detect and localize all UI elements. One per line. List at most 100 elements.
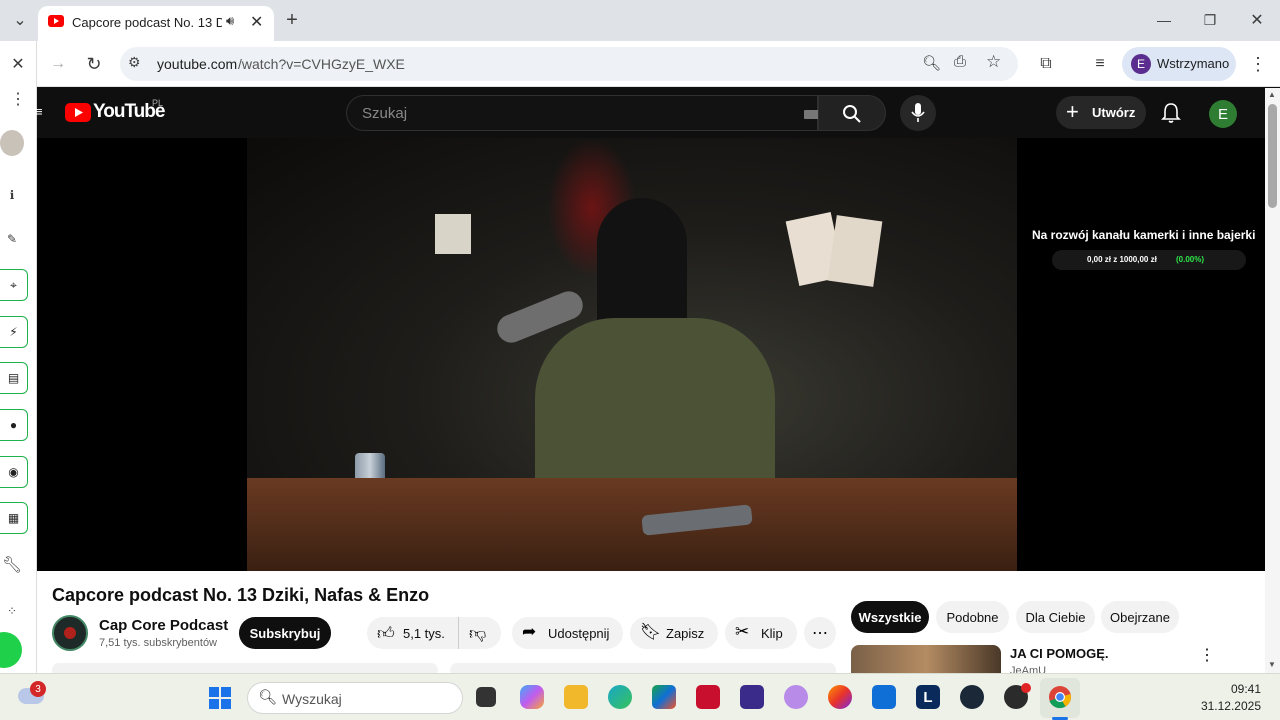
l-app-icon[interactable]: L bbox=[916, 685, 940, 709]
windows-start-icon[interactable] bbox=[208, 686, 232, 710]
nodes-icon[interactable]: ⁘ bbox=[0, 599, 24, 623]
tab-close-icon[interactable]: ✕ bbox=[250, 12, 263, 32]
extensions-puzzle-icon[interactable]: ⧉ bbox=[1034, 52, 1058, 76]
recommended-title[interactable]: JA CI POMOGĘ. bbox=[1010, 646, 1108, 661]
url-host: youtube.com bbox=[157, 56, 238, 72]
profile-status-label: Wstrzymano bbox=[1157, 56, 1230, 71]
goal-amount: 0,00 zł z 1000,00 zł bbox=[1087, 255, 1157, 264]
notifications-bell-icon[interactable] bbox=[1161, 102, 1181, 124]
notes-icon[interactable]: ▤ bbox=[0, 362, 28, 394]
video-title: Capcore podcast No. 13 Dziki, Nafas & En… bbox=[52, 585, 430, 605]
steam-icon[interactable] bbox=[960, 685, 984, 709]
microsoft-store-icon[interactable] bbox=[652, 685, 676, 709]
region-code: PL bbox=[152, 98, 164, 108]
channel-name[interactable]: Cap Core Podcast bbox=[99, 617, 228, 634]
create-label: Utwórz bbox=[1092, 105, 1136, 120]
window-minimize-icon[interactable]: — bbox=[1152, 8, 1176, 32]
like-button[interactable]: 👍︎ 5,1 tys. bbox=[367, 617, 459, 649]
mcafee-icon[interactable] bbox=[696, 685, 720, 709]
clock-date[interactable]: 31.12.2025 bbox=[1190, 699, 1261, 713]
copilot-icon[interactable] bbox=[520, 685, 544, 709]
chip-related[interactable]: Podobne bbox=[936, 601, 1009, 633]
channel-avatar[interactable] bbox=[52, 615, 88, 651]
window-close-icon[interactable]: ✕ bbox=[1245, 8, 1269, 32]
recommended-thumbnail[interactable] bbox=[851, 645, 1001, 673]
clip-button[interactable]: ✂ Klip bbox=[725, 617, 797, 649]
file-explorer-icon[interactable] bbox=[564, 685, 588, 709]
voice-search-button[interactable] bbox=[900, 95, 936, 131]
clock-time[interactable]: 09:41 bbox=[1196, 682, 1261, 696]
side-panel-menu-icon[interactable]: ⋮ bbox=[6, 87, 30, 111]
info-icon[interactable]: ℹ bbox=[0, 183, 24, 207]
chat-icon[interactable]: ● bbox=[0, 409, 28, 441]
media-queue-icon[interactable]: ≡ bbox=[1088, 52, 1112, 76]
reload-icon[interactable]: ↻ bbox=[82, 52, 106, 76]
like-dislike-group: 👍︎ 5,1 tys. 👎︎ bbox=[367, 617, 501, 649]
assistant-green-button[interactable] bbox=[0, 632, 22, 668]
url-path: /watch?v=CVHGzyE_WXE bbox=[238, 56, 405, 72]
tab-search-chevron-icon[interactable]: ⌄ bbox=[8, 8, 32, 32]
browser-tab-bar: ⌄ Capcore podcast No. 13 Dzi 🔊︎ ✕ + — ❐ … bbox=[0, 0, 1280, 41]
taskbar-search-input[interactable]: 🔍︎ Wyszukaj bbox=[247, 682, 463, 714]
search-input[interactable]: Szukaj bbox=[346, 95, 820, 131]
scroll-down-icon[interactable]: ▼ bbox=[1268, 660, 1276, 669]
chip-all[interactable]: Wszystkie bbox=[851, 601, 929, 633]
video-player[interactable]: Na rozwój kanału kamerki i inne bajerki … bbox=[37, 138, 1265, 571]
lightning-icon[interactable]: ⚡︎ bbox=[0, 316, 28, 348]
browser-menu-icon[interactable]: ⋮ bbox=[1246, 52, 1270, 76]
watch-metadata: Capcore podcast No. 13 Dziki, Nafas & En… bbox=[37, 571, 1265, 677]
tab-title: Capcore podcast No. 13 Dzi bbox=[72, 15, 222, 30]
firefox-icon[interactable] bbox=[828, 685, 852, 709]
browser-tab[interactable]: Capcore podcast No. 13 Dzi 🔊︎ ✕ bbox=[38, 6, 274, 41]
share-button[interactable]: ➦ Udostępnij bbox=[512, 617, 623, 649]
scrollbar-thumb[interactable] bbox=[1268, 104, 1277, 208]
site-info-icon[interactable]: ⚙︎ bbox=[128, 54, 141, 71]
taskbar-search-placeholder: Wyszukaj bbox=[282, 691, 342, 707]
tab-audio-icon[interactable]: 🔊︎ bbox=[226, 13, 234, 29]
like-count: 5,1 tys. bbox=[403, 626, 445, 641]
chip-watched[interactable]: Obejrzane bbox=[1101, 601, 1179, 633]
task-view-icon[interactable] bbox=[476, 687, 496, 707]
video-frame[interactable] bbox=[247, 138, 1017, 571]
profile-avatar: E bbox=[1131, 54, 1151, 74]
proton-vpn-icon[interactable] bbox=[740, 685, 764, 709]
profile-chip[interactable]: E Wstrzymano bbox=[1122, 47, 1236, 81]
wrench-icon[interactable]: 🔧︎ bbox=[0, 553, 24, 577]
more-actions-icon[interactable]: ⋯ bbox=[804, 617, 836, 649]
share-label: Udostępnij bbox=[548, 626, 610, 641]
recommended-channel[interactable]: JeAmU bbox=[1010, 665, 1046, 673]
search-button[interactable] bbox=[818, 95, 886, 131]
youtube-header: ≡ YouTube PL Szukaj + Utwórz E bbox=[35, 88, 1265, 138]
goal-title: Na rozwój kanału kamerki i inne bajerki bbox=[1032, 228, 1256, 242]
account-avatar[interactable]: E bbox=[1209, 100, 1237, 128]
address-bar[interactable]: ⚙︎ youtube.com /watch?v=CVHGzyE_WXE 🔍︎ ⎙… bbox=[120, 47, 1018, 81]
recommended-more-icon[interactable]: ⋮ bbox=[1199, 645, 1215, 665]
bookmark-star-icon[interactable]: ☆ bbox=[986, 52, 1001, 72]
broadcast-icon[interactable]: ◉ bbox=[0, 456, 28, 488]
side-panel-close-icon[interactable]: ✕ bbox=[6, 52, 30, 76]
chrome-icon[interactable] bbox=[1048, 685, 1072, 709]
page-scrollbar[interactable]: ▲ ▼ bbox=[1265, 88, 1280, 673]
side-avatar[interactable] bbox=[0, 130, 24, 156]
wall-note bbox=[435, 214, 471, 254]
layout-icon[interactable]: ▦ bbox=[0, 502, 28, 534]
window-restore-icon[interactable]: ❐ bbox=[1198, 8, 1222, 32]
save-button[interactable]: 🔖︎ Zapisz bbox=[630, 617, 718, 649]
zoom-icon[interactable]: 🔍︎ bbox=[922, 54, 941, 72]
chip-for-you[interactable]: Dla Ciebie bbox=[1016, 601, 1095, 633]
forward-arrow-icon[interactable]: → bbox=[46, 52, 70, 76]
thumbs-down-icon[interactable]: 👎︎ bbox=[469, 623, 486, 644]
react-app-icon[interactable] bbox=[784, 685, 808, 709]
screenshot-icon[interactable]: ⌖ bbox=[0, 269, 28, 301]
scroll-up-icon[interactable]: ▲ bbox=[1268, 90, 1276, 99]
youtube-logo[interactable]: YouTube PL bbox=[65, 98, 185, 126]
outlook-icon[interactable] bbox=[872, 685, 896, 709]
create-button[interactable]: + Utwórz bbox=[1056, 96, 1146, 129]
guide-menu-icon[interactable]: ≡ bbox=[35, 104, 43, 119]
edit-pen-icon[interactable]: ✎ bbox=[0, 227, 24, 251]
subscriber-count: 7,51 tys. subskrybentów bbox=[99, 637, 218, 649]
edge-browser-icon[interactable] bbox=[608, 685, 632, 709]
new-tab-plus-icon[interactable]: + bbox=[280, 8, 304, 32]
install-app-icon[interactable]: ⎙ bbox=[954, 53, 966, 70]
subscribe-button[interactable]: Subskrybuj bbox=[239, 617, 331, 649]
